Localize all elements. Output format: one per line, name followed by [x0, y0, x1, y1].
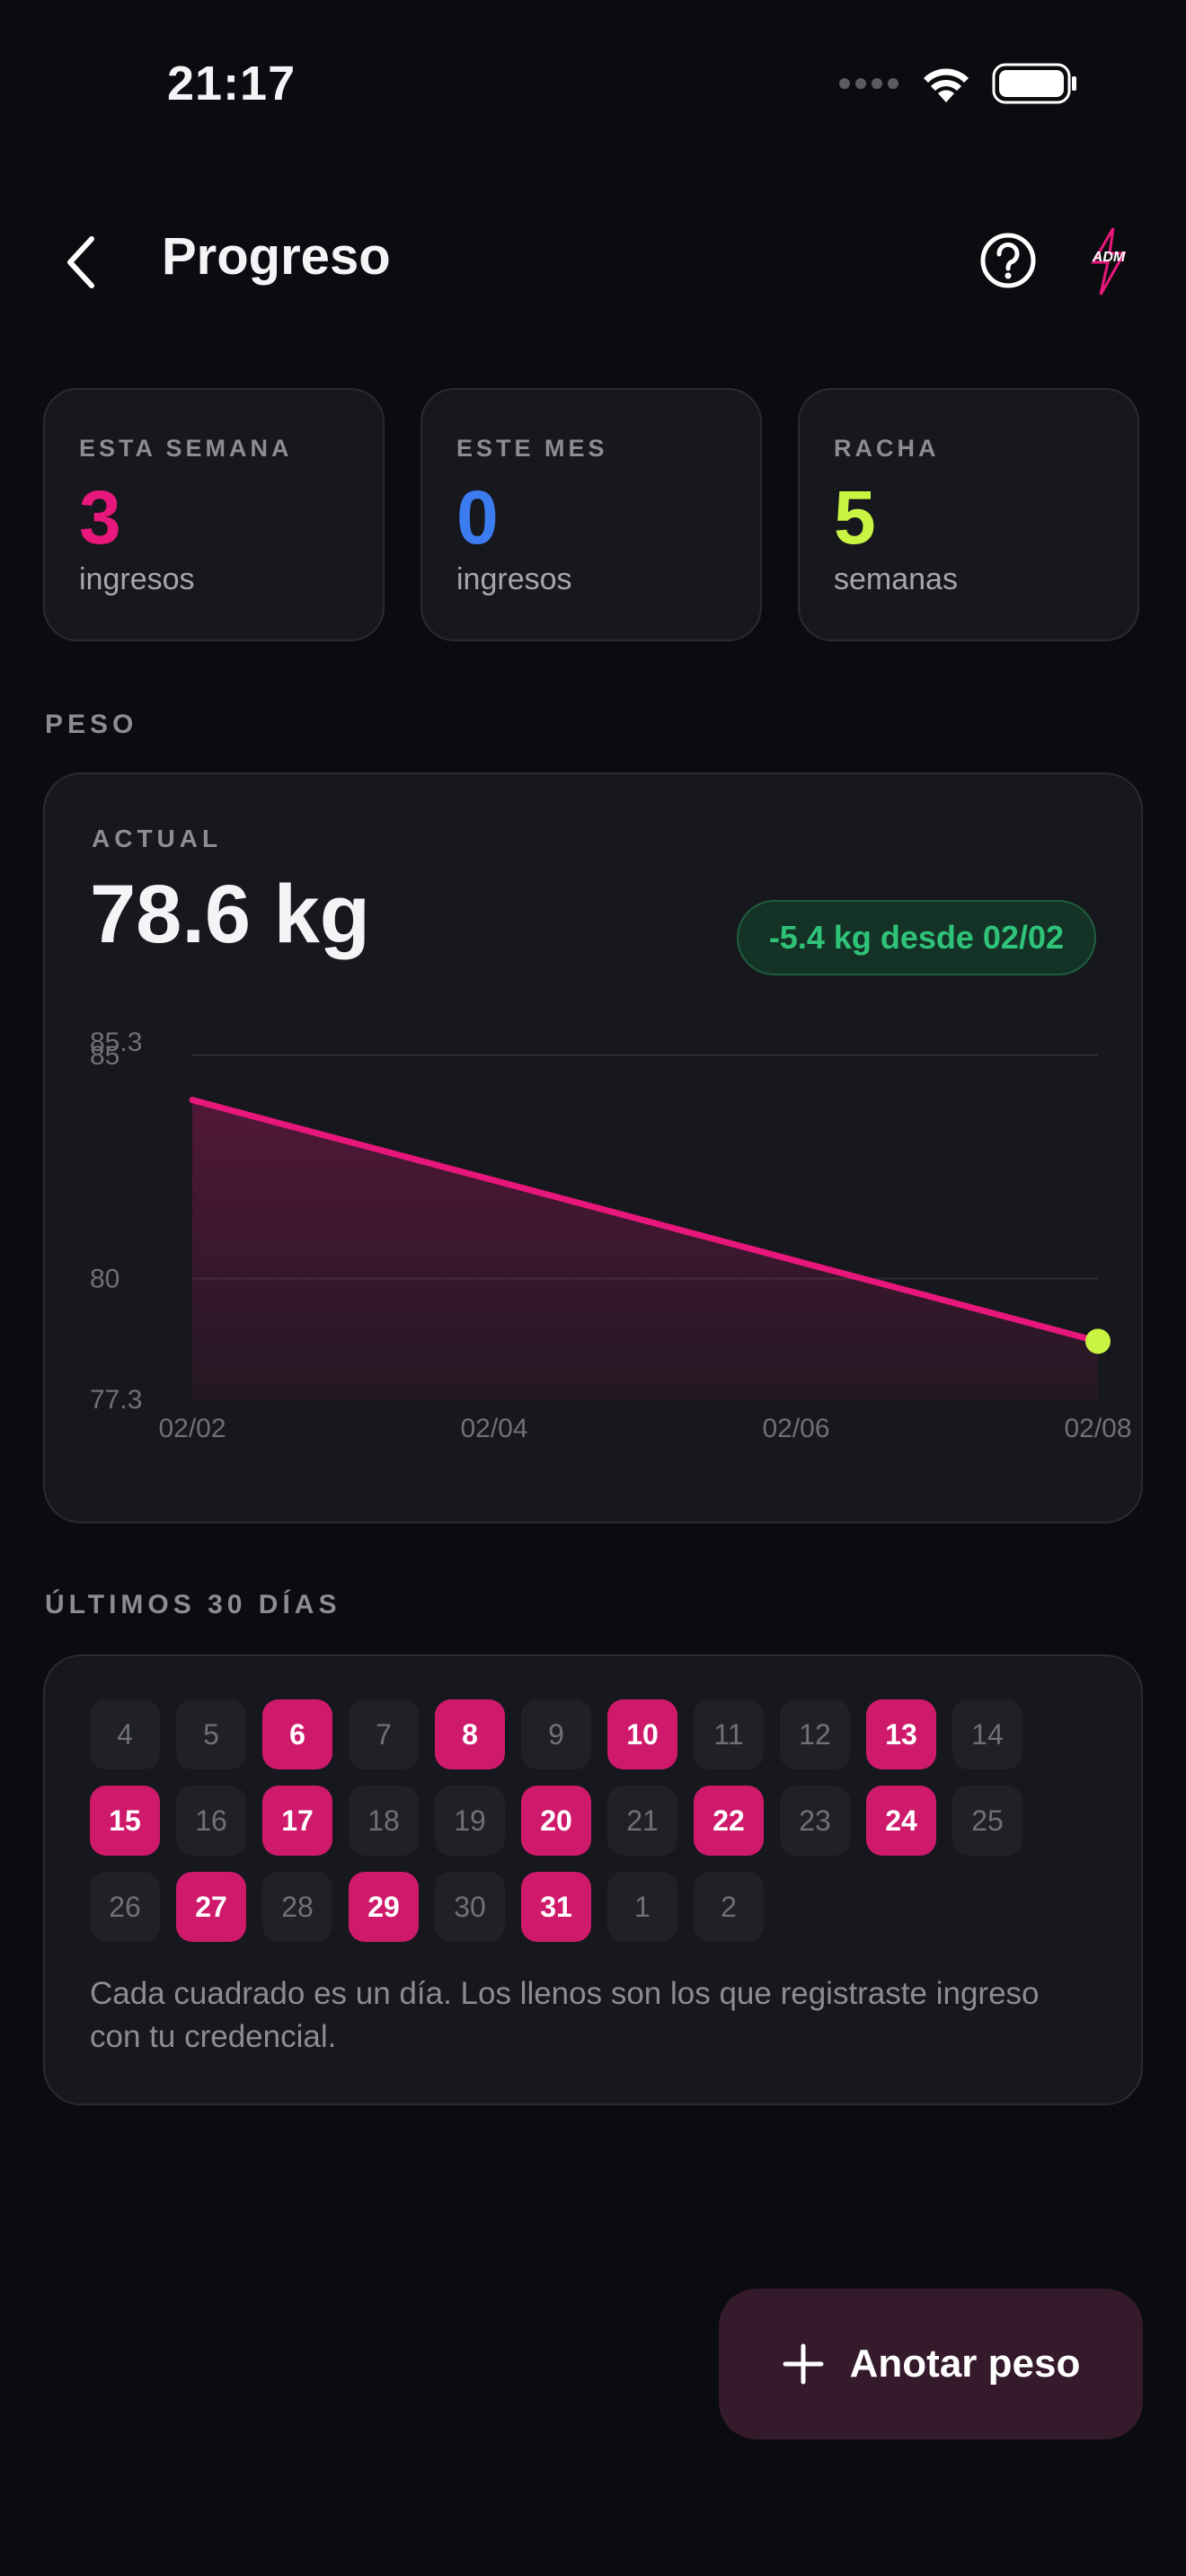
calendar-day: 23	[780, 1786, 850, 1856]
calendar-grid: 4 5 6 7 8 9 10 11 12 13 14 15 16 17 18 19 20 21 22 23 24 25 26…	[90, 1699, 1022, 1942]
add-weight-button[interactable]: Anotar peso	[719, 2289, 1143, 2439]
weight-chart: 85.3858077.3 02/02 02/04 02/06 02/08	[90, 1028, 1132, 1443]
status-time: 21:17	[167, 57, 296, 110]
calendar-day: 25	[952, 1786, 1022, 1856]
chart-x-tick-label: 02/04	[460, 1414, 527, 1443]
stat-value: 3	[79, 475, 121, 560]
back-button[interactable]	[54, 226, 108, 298]
calendar-card: 4 5 6 7 8 9 10 11 12 13 14 15 16 17 18 19 20 21 22 23 24 25 26…	[43, 1654, 1143, 2105]
stat-card-week: ESTA SEMANA 3 ingresos	[43, 388, 385, 641]
stat-value: 5	[834, 475, 876, 560]
calendar-day: 7	[349, 1699, 419, 1769]
calendar-day: 1	[607, 1872, 677, 1942]
calendar-day: 2	[694, 1872, 764, 1942]
calendar-day: 12	[780, 1699, 850, 1769]
chart-y-tick-label: 77.3	[90, 1385, 142, 1415]
calendar-day: 5	[176, 1699, 246, 1769]
stat-label: ESTA SEMANA	[79, 435, 293, 462]
calendar-day: 17	[262, 1786, 332, 1856]
calendar-day: 15	[90, 1786, 160, 1856]
stat-card-streak: RACHA 5 semanas	[798, 388, 1139, 641]
calendar-day: 4	[90, 1699, 160, 1769]
calendar-day: 29	[349, 1872, 419, 1942]
calendar-day: 9	[521, 1699, 591, 1769]
calendar-day: 30	[435, 1872, 505, 1942]
weight-section-title: PESO	[45, 710, 138, 739]
battery-icon	[992, 63, 1076, 104]
chart-y-tick-label: 80	[90, 1265, 119, 1294]
stat-unit: ingresos	[456, 562, 572, 596]
page-title: Progreso	[162, 227, 391, 286]
calendar-day: 21	[607, 1786, 677, 1856]
calendar-day: 10	[607, 1699, 677, 1769]
add-weight-label: Anotar peso	[849, 2342, 1081, 2386]
calendar-day: 26	[90, 1872, 160, 1942]
logo-text: ADM	[1092, 250, 1126, 265]
wifi-icon	[924, 68, 969, 102]
plus-icon	[783, 2343, 824, 2385]
calendar-day: 22	[694, 1786, 764, 1856]
status-icons	[837, 63, 1078, 104]
calendar-day: 28	[262, 1872, 332, 1942]
chart-x-tick-label: 02/06	[762, 1414, 829, 1443]
stat-unit: semanas	[834, 562, 958, 596]
chart-y-tick-label: 85	[90, 1041, 119, 1071]
stat-card-month: ESTE MES 0 ingresos	[420, 388, 762, 641]
chevron-left-icon	[67, 236, 94, 288]
calendar-day: 16	[176, 1786, 246, 1856]
chart-x-tick-label: 02/08	[1064, 1414, 1131, 1443]
calendar-day: 8	[435, 1699, 505, 1769]
calendar-day: 6	[262, 1699, 332, 1769]
calendar-day: 27	[176, 1872, 246, 1942]
stat-label: RACHA	[834, 435, 940, 462]
brand-logo: ADM	[1083, 226, 1135, 296]
calendar-day: 31	[521, 1872, 591, 1942]
stat-value: 0	[456, 475, 499, 560]
calendar-note: Cada cuadrado es un día. Los llenos son …	[90, 1976, 1040, 2054]
help-icon	[980, 233, 1036, 288]
chart-end-point	[1085, 1328, 1111, 1354]
chart-area-fill	[192, 1099, 1098, 1399]
calendar-day: 13	[866, 1699, 936, 1769]
calendar-day: 11	[694, 1699, 764, 1769]
calendar-section-title: ÚLTIMOS 30 DÍAS	[45, 1590, 341, 1619]
stat-label: ESTE MES	[456, 435, 608, 462]
calendar-day: 19	[435, 1786, 505, 1856]
chart-x-tick-label: 02/02	[158, 1414, 226, 1443]
calendar-day: 24	[866, 1786, 936, 1856]
cellular-signal-icon	[839, 78, 898, 89]
calendar-day: 18	[349, 1786, 419, 1856]
calendar-day: 14	[952, 1699, 1022, 1769]
stat-unit: ingresos	[79, 562, 195, 596]
weight-card: ACTUAL 78.6 kg -5.4 kg desde 02/02 85.3 8…	[43, 772, 1143, 1523]
calendar-day: 20	[521, 1786, 591, 1856]
help-button[interactable]	[979, 232, 1037, 289]
